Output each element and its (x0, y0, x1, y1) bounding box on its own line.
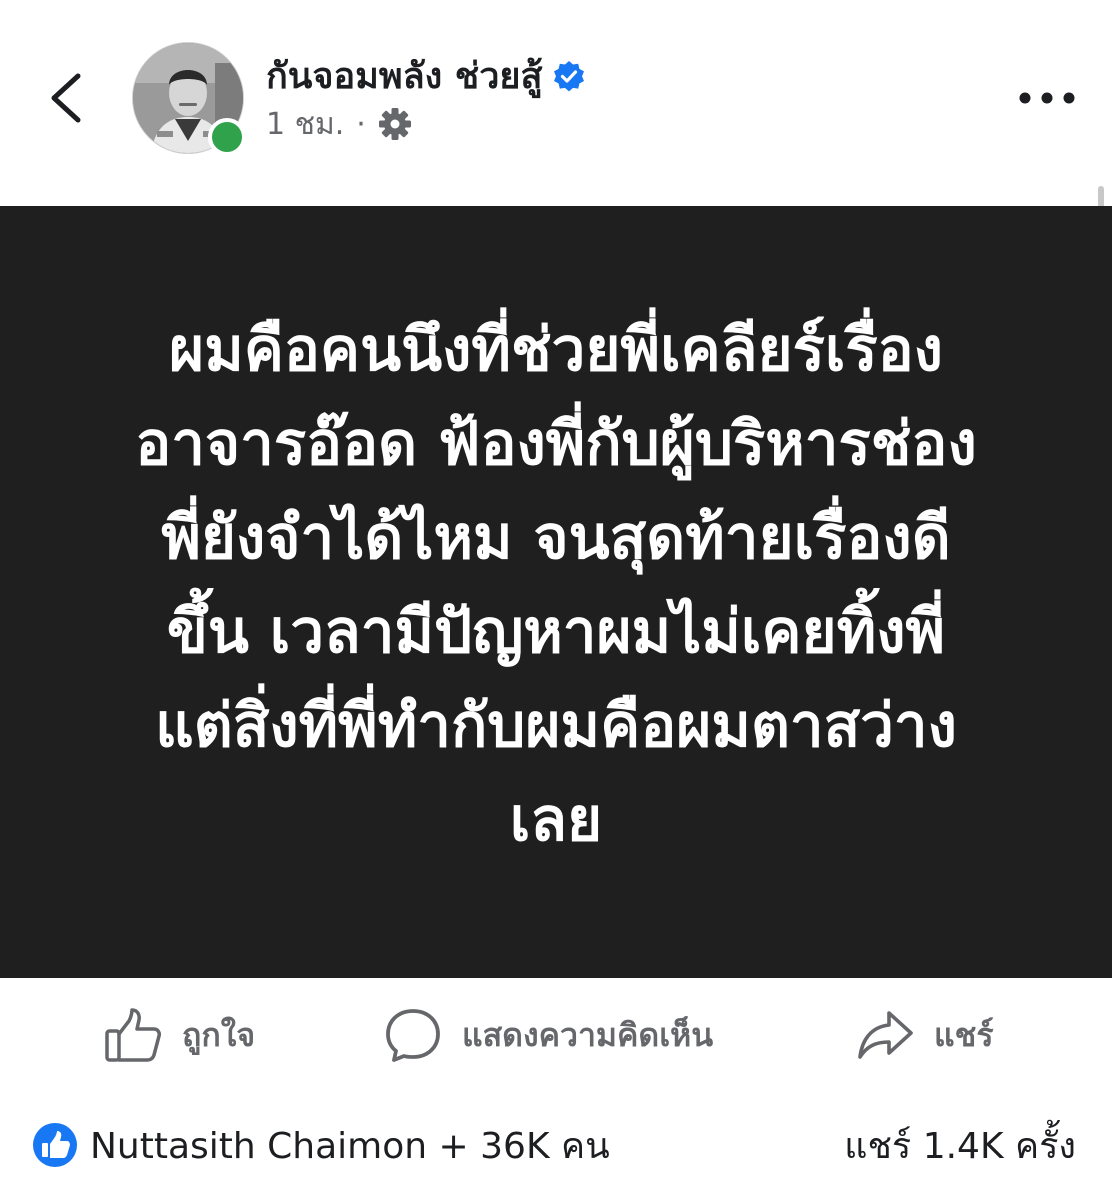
comment-bubble-icon (386, 1009, 440, 1062)
post-screen: กันจอมพลัง ช่วยสู้ 1 ชม. · ผมคือคนนึงที่… (0, 0, 1112, 1200)
reactors-text: Nuttasith Chaimon + 36K คน (90, 1125, 610, 1167)
online-status-indicator (208, 118, 246, 156)
thumbs-up-icon (105, 1008, 161, 1062)
more-dots-icon (1019, 92, 1075, 104)
share-arrow-icon (858, 1011, 913, 1059)
post-meta: 1 ชม. · (266, 104, 412, 144)
shares-count[interactable]: แชร์ 1.4K ครั้ง (844, 1110, 1076, 1180)
reactions-summary[interactable]: Nuttasith Chaimon + 36K คน (32, 1110, 610, 1180)
page-name[interactable]: กันจอมพลัง ช่วยสู้ (266, 54, 542, 100)
page-name-row: กันจอมพลัง ช่วยสู้ (266, 54, 586, 100)
comment-button[interactable]: แสดงความคิดเห็น (384, 995, 713, 1075)
post-time[interactable]: 1 ชม. (266, 101, 344, 148)
post-header: กันจอมพลัง ช่วยสู้ 1 ชม. · (0, 0, 1112, 190)
post-body-text: ผมคือคนนึงที่ช่วยพี่เคลียร์เรื่อง อาจารอ… (135, 315, 977, 855)
gear-icon[interactable] (378, 107, 412, 141)
share-button[interactable]: แชร์ (856, 995, 994, 1075)
engagement-summary: Nuttasith Chaimon + 36K คน แชร์ 1.4K ครั… (0, 1110, 1112, 1180)
like-button[interactable]: ถูกใจ (104, 995, 255, 1075)
like-label: ถูกใจ (182, 1015, 256, 1054)
more-options-button[interactable] (1012, 78, 1082, 118)
chevron-left-icon (51, 73, 81, 123)
share-label: แชร์ (934, 1015, 994, 1054)
post-action-bar: ถูกใจ แสดงความคิดเห็น แชร์ (0, 995, 1112, 1075)
back-button[interactable] (40, 66, 92, 130)
post-text-card: ผมคือคนนึงที่ช่วยพี่เคลียร์เรื่อง อาจารอ… (0, 206, 1112, 978)
comment-label: แสดงความคิดเห็น (462, 1015, 714, 1054)
verified-badge-icon (554, 61, 585, 92)
meta-separator: · (356, 106, 366, 142)
like-reaction-icon (33, 1123, 77, 1167)
